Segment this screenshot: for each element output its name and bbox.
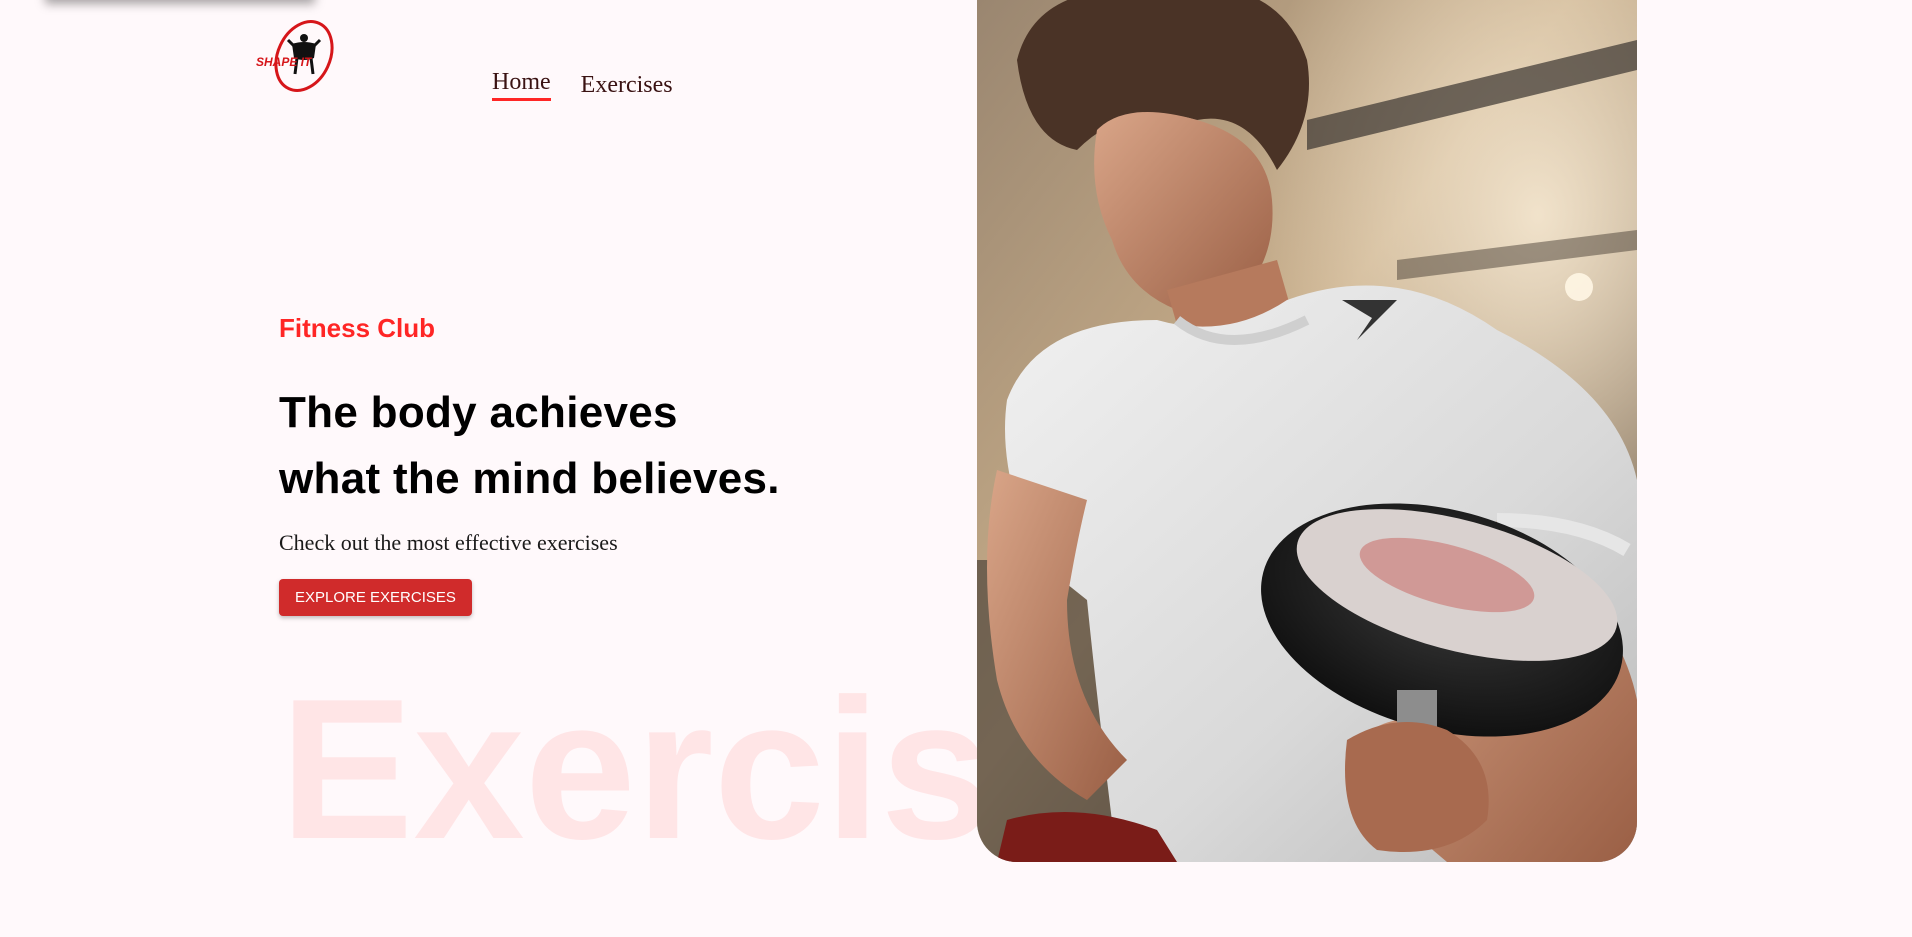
main-nav: Home Exercises	[492, 69, 673, 101]
hero-banner-image	[977, 0, 1637, 862]
explore-exercises-button[interactable]: EXPLORE EXERCISES	[279, 579, 472, 616]
nav-link-home[interactable]: Home	[492, 69, 551, 101]
landing-page: SHAPE IT Home Exercises Exercises Fitnes…	[0, 0, 1912, 937]
headline-line-1: The body achieves	[279, 388, 678, 437]
headline-line-2: what the mind believes.	[279, 454, 780, 503]
logo-icon: SHAPE IT	[256, 20, 334, 92]
hero-eyebrow: Fitness Club	[279, 313, 436, 343]
hero-subtext: Check out the most effective exercises	[279, 530, 618, 555]
nav-link-exercises[interactable]: Exercises	[581, 72, 673, 101]
hero-headline: The body achieves what the mind believes…	[279, 380, 899, 512]
shape-it-logo[interactable]: SHAPE IT	[248, 18, 348, 96]
man-dumbbell-photo	[977, 0, 1637, 862]
hero-text-block: Fitness Club The body achieves what the …	[279, 313, 899, 616]
logo-text: SHAPE IT	[256, 55, 313, 69]
